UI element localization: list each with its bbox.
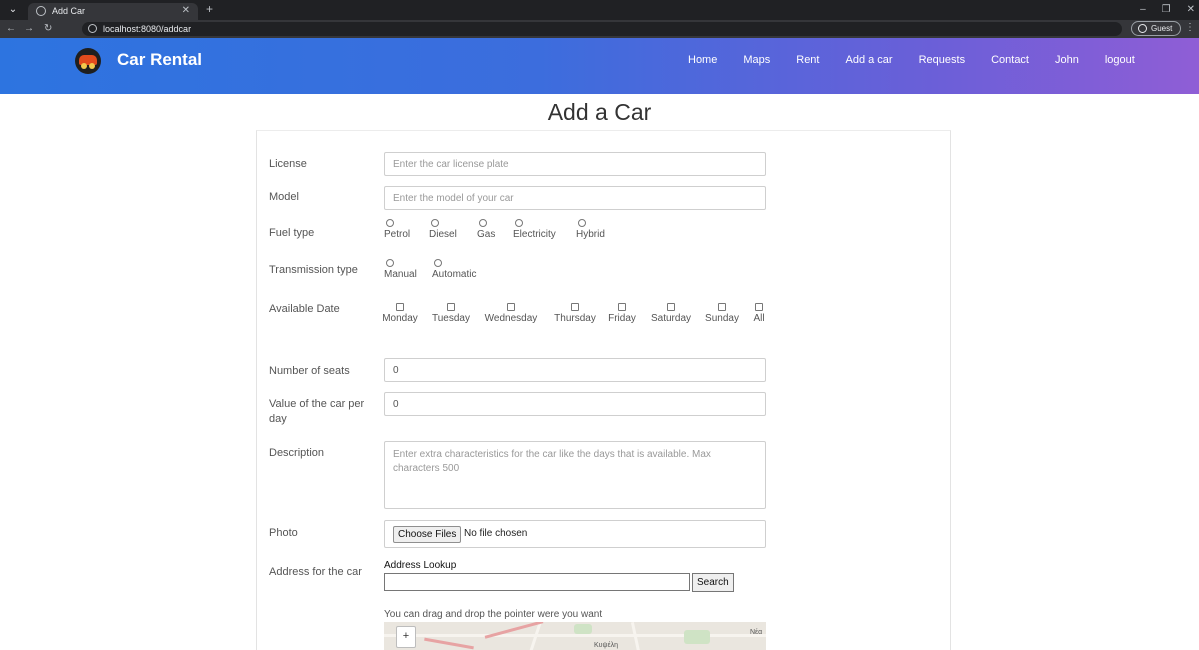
window-controls: – ❐ ✕	[1140, 3, 1195, 16]
logo-wheel	[89, 63, 95, 69]
day-option-thursday[interactable]: Thursday	[551, 303, 599, 325]
back-icon[interactable]: ←	[6, 23, 16, 35]
description-textarea[interactable]: Enter extra characteristics for the car …	[384, 441, 766, 509]
checkbox[interactable]	[396, 303, 404, 311]
nav-home[interactable]: Home	[688, 52, 717, 68]
reload-icon[interactable]: ↻	[44, 23, 52, 35]
transmission-option-manual[interactable]: Manual	[384, 259, 417, 281]
page-title: Add a Car	[547, 99, 652, 125]
profile-label: Guest	[1151, 24, 1173, 33]
restore-icon[interactable]: ❐	[1162, 3, 1171, 16]
nav-contact[interactable]: Contact	[991, 52, 1029, 68]
tab-title: Add Car	[52, 6, 86, 16]
radio-button[interactable]	[386, 259, 394, 267]
file-status: No file chosen	[464, 528, 528, 539]
photo-file-input: Choose Files No file chosen	[384, 520, 766, 548]
nav-maps[interactable]: Maps	[743, 52, 770, 68]
day-option-saturday[interactable]: Saturday	[647, 303, 695, 325]
model-input[interactable]: Enter the model of your car	[384, 186, 766, 210]
zoom-in-button[interactable]: +	[396, 626, 416, 648]
fuel-option-petrol[interactable]: Petrol	[384, 219, 410, 241]
nav-user[interactable]: John	[1055, 52, 1079, 68]
logo-wheel	[81, 63, 87, 69]
photo-label: Photo	[269, 527, 298, 539]
fuel-option-electricity[interactable]: Electricity	[513, 219, 556, 241]
profile-button[interactable]: Guest	[1131, 21, 1181, 36]
seats-input[interactable]: 0	[384, 358, 766, 382]
day-option-friday[interactable]: Friday	[606, 303, 638, 325]
day-option-all[interactable]: All	[750, 303, 768, 325]
day-option-tuesday[interactable]: Tuesday	[429, 303, 473, 325]
brand-name[interactable]: Car Rental	[117, 49, 202, 71]
nav-add-car[interactable]: Add a car	[846, 52, 893, 68]
radio-button[interactable]	[578, 219, 586, 227]
available-date-label: Available Date	[269, 303, 340, 315]
close-window-icon[interactable]: ✕	[1187, 3, 1195, 16]
model-label: Model	[269, 191, 299, 203]
map-highway	[424, 637, 474, 650]
new-tab-icon[interactable]: +	[206, 3, 213, 16]
tab-search-icon[interactable]: ⌄	[6, 4, 20, 16]
fuel-option-hybrid[interactable]: Hybrid	[576, 219, 605, 241]
browser-toolbar: ← → ↻ localhost:8080/addcar Guest ⋮	[0, 20, 1199, 38]
fuel-type-label: Fuel type	[269, 227, 315, 239]
map-park	[574, 624, 592, 634]
address-search-button[interactable]: Search	[692, 573, 734, 592]
globe-icon	[36, 6, 46, 16]
fuel-option-diesel[interactable]: Diesel	[429, 219, 457, 241]
seats-label: Number of seats	[269, 365, 350, 377]
day-option-sunday[interactable]: Sunday	[702, 303, 742, 325]
description-label: Description	[269, 447, 325, 459]
price-per-day-input[interactable]: 0	[384, 392, 766, 416]
price-label: Value of the car per day	[269, 398, 365, 425]
address-map[interactable]: Κυψέλη Νέα +	[384, 622, 766, 650]
address-lookup-title: Address Lookup	[384, 560, 457, 571]
choose-files-button[interactable]: Choose Files	[393, 526, 462, 543]
nav-logout[interactable]: logout	[1105, 52, 1135, 68]
forward-icon[interactable]: →	[24, 23, 34, 35]
nav-links: Home Maps Rent Add a car Requests Contac…	[688, 52, 1135, 68]
checkbox[interactable]	[571, 303, 579, 311]
fuel-option-gas[interactable]: Gas	[477, 219, 495, 241]
checkbox[interactable]	[507, 303, 515, 311]
radio-button[interactable]	[434, 259, 442, 267]
day-option-monday[interactable]: Monday	[380, 303, 420, 325]
checkbox[interactable]	[667, 303, 675, 311]
browser-menu-icon[interactable]: ⋮	[1185, 22, 1195, 34]
transmission-label: Transmission type	[269, 264, 358, 276]
close-tab-icon[interactable]: ✕	[182, 5, 190, 17]
checkbox[interactable]	[755, 303, 763, 311]
profile-icon	[1138, 24, 1147, 33]
radio-button[interactable]	[479, 219, 487, 227]
map-place-label: Νέα	[750, 629, 763, 636]
url-text: localhost:8080/addcar	[103, 24, 192, 34]
browser-tab[interactable]: Add Car ✕	[28, 3, 198, 20]
radio-button[interactable]	[431, 219, 439, 227]
day-option-wednesday[interactable]: Wednesday	[481, 303, 541, 325]
map-hint-text: You can drag and drop the pointer were y…	[384, 609, 603, 620]
license-label: License	[269, 158, 307, 170]
browser-tab-strip: ⌄ Add Car ✕ + – ❐ ✕	[0, 0, 1199, 20]
radio-button[interactable]	[386, 219, 394, 227]
address-label: Address for the car	[269, 566, 362, 578]
checkbox[interactable]	[447, 303, 455, 311]
map-park	[684, 630, 710, 644]
map-place-label: Κυψέλη	[594, 642, 619, 649]
nav-requests[interactable]: Requests	[919, 52, 965, 68]
checkbox[interactable]	[718, 303, 726, 311]
address-bar[interactable]: localhost:8080/addcar	[82, 22, 1122, 36]
license-input[interactable]: Enter the car license plate	[384, 152, 766, 176]
minimize-icon[interactable]: –	[1140, 3, 1146, 16]
car-logo-icon[interactable]	[75, 48, 101, 74]
site-info-icon[interactable]	[88, 24, 97, 33]
nav-rent[interactable]: Rent	[796, 52, 819, 68]
transmission-option-automatic[interactable]: Automatic	[432, 259, 476, 281]
radio-button[interactable]	[515, 219, 523, 227]
site-navbar: Car Rental Home Maps Rent Add a car Requ…	[0, 38, 1199, 94]
address-lookup-input[interactable]	[384, 573, 690, 591]
checkbox[interactable]	[618, 303, 626, 311]
